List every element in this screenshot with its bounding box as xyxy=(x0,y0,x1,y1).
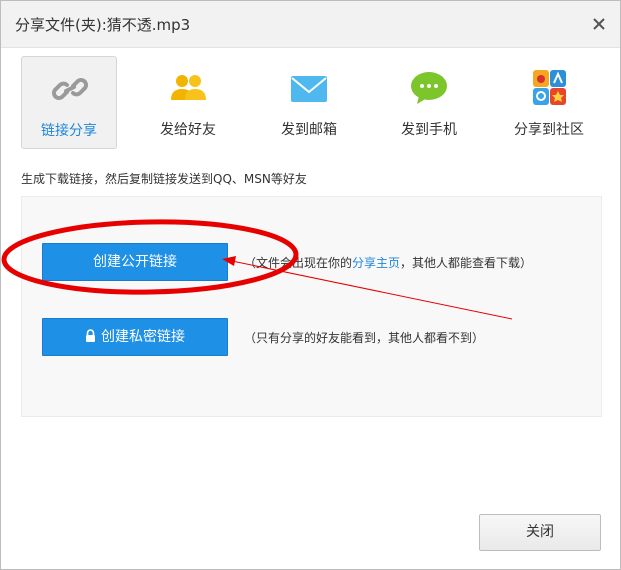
share-homepage-link[interactable]: 分享主页 xyxy=(352,256,400,270)
tab-label: 链接分享 xyxy=(41,123,97,139)
button-label: 创建公开链接 xyxy=(93,254,177,270)
friends-icon xyxy=(171,75,206,100)
public-link-desc: （文件会出现在你的分享主页，其他人都能查看下载） xyxy=(244,254,532,271)
share-dialog: 分享文件(夹):猜不透.mp3 链接分享 发给好友 发到邮箱 发到手机 分享到社… xyxy=(0,0,621,570)
tab-label: 分享到社区 xyxy=(514,122,584,138)
private-link-desc: （只有分享的好友能看到，其他人都看不到） xyxy=(244,331,485,345)
lock-icon xyxy=(86,329,95,342)
tab-link-share[interactable]: 链接分享 xyxy=(21,56,117,149)
chat-bubble-icon xyxy=(411,72,447,104)
tab-send-friends[interactable]: 发给好友 xyxy=(140,56,236,149)
dialog-titlebar: 分享文件(夹):猜不透.mp3 xyxy=(1,1,620,48)
desc-text: ，其他人都能查看下载） xyxy=(400,256,533,270)
dialog-title: 分享文件(夹):猜不透.mp3 xyxy=(15,16,191,34)
create-public-link-button[interactable]: 创建公开链接 xyxy=(42,243,228,281)
tab-label: 发到手机 xyxy=(401,122,457,138)
share-hint: 生成下载链接，然后复制链接发送到QQ、MSN等好友 xyxy=(21,172,307,186)
link-options-panel: 创建公开链接 （文件会出现在你的分享主页，其他人都能查看下载） 创建私密链接 （… xyxy=(21,196,602,417)
button-label: 创建私密链接 xyxy=(101,329,185,345)
social-grid-icon xyxy=(533,70,566,105)
tab-label: 发到邮箱 xyxy=(281,122,337,138)
tab-send-phone[interactable]: 发到手机 xyxy=(381,56,477,149)
tab-share-community[interactable]: 分享到社区 xyxy=(501,56,597,149)
create-private-link-button[interactable]: 创建私密链接 xyxy=(42,318,228,356)
mail-icon xyxy=(291,76,327,102)
close-button[interactable]: 关闭 xyxy=(479,514,601,551)
close-icon[interactable] xyxy=(591,16,607,32)
link-icon xyxy=(52,78,88,100)
tab-label: 发给好友 xyxy=(160,122,216,138)
share-tabs: 链接分享 发给好友 发到邮箱 发到手机 分享到社区 xyxy=(1,56,620,151)
desc-text: （文件会出现在你的 xyxy=(244,256,353,270)
tab-send-email[interactable]: 发到邮箱 xyxy=(261,56,357,149)
